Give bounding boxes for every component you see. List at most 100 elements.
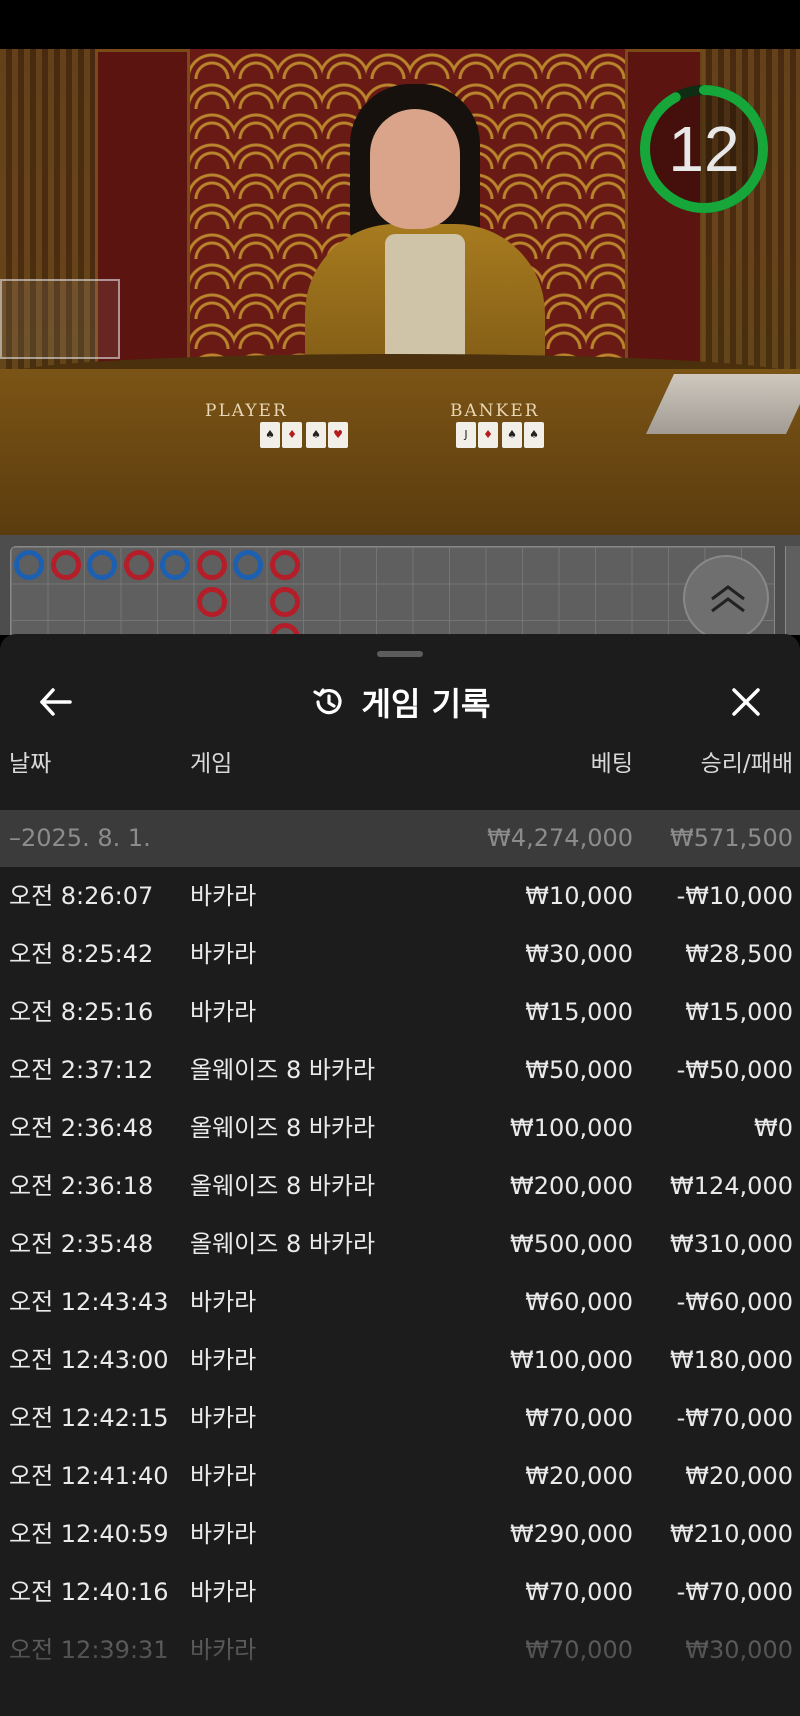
countdown-number: 12 bbox=[668, 113, 740, 185]
history-icon bbox=[312, 688, 342, 715]
group-date: –2025. 8. 1. bbox=[9, 824, 151, 852]
bead-banker bbox=[123, 550, 154, 580]
column-header-win-loss: 승리/패배 bbox=[700, 751, 793, 777]
banker-card: J bbox=[456, 422, 476, 448]
sheet-drag-handle[interactable] bbox=[377, 651, 423, 657]
player-card: ♠ bbox=[306, 422, 326, 448]
row-game: 바카라 bbox=[190, 1520, 257, 1548]
player-card: ♠ bbox=[260, 422, 280, 448]
history-row[interactable]: 오전 2:36:48 올웨이즈 8 바카라 ₩100,000 ₩0 bbox=[0, 1099, 800, 1157]
row-bet: ₩290,000 bbox=[510, 1520, 633, 1548]
bead-banker bbox=[269, 550, 300, 580]
history-row[interactable]: 오전 12:42:15 바카라 ₩70,000 -₩70,000 bbox=[0, 1389, 800, 1447]
row-result: -₩10,000 bbox=[676, 882, 793, 910]
group-bet-total: ₩4,274,000 bbox=[487, 824, 633, 852]
row-bet: ₩15,000 bbox=[525, 998, 633, 1026]
row-game: 바카라 bbox=[190, 940, 257, 968]
row-game: 바카라 bbox=[190, 1288, 257, 1316]
close-icon bbox=[732, 688, 760, 716]
list-fade bbox=[0, 1624, 800, 1716]
row-bet: ₩100,000 bbox=[510, 1346, 633, 1374]
bead-player bbox=[14, 550, 44, 580]
roadmap bbox=[0, 535, 800, 653]
row-game: 바카라 bbox=[190, 882, 257, 910]
row-time: 오전 2:37:12 bbox=[9, 1056, 154, 1084]
row-time: 오전 12:43:00 bbox=[9, 1346, 169, 1374]
row-result: ₩0 bbox=[754, 1114, 793, 1142]
column-header-date: 날짜 bbox=[9, 751, 52, 777]
bead-player bbox=[160, 550, 190, 580]
banker-card: ♦ bbox=[478, 422, 498, 448]
row-result: -₩70,000 bbox=[676, 1404, 793, 1432]
bead-player bbox=[233, 550, 263, 580]
player-card: ♦ bbox=[282, 422, 302, 448]
history-row[interactable]: 오전 8:25:42 바카라 ₩30,000 ₩28,500 bbox=[0, 925, 800, 983]
bead-banker bbox=[196, 586, 227, 617]
row-time: 오전 12:43:43 bbox=[9, 1288, 169, 1316]
bead-banker bbox=[269, 586, 300, 617]
history-row[interactable]: 오전 2:35:48 올웨이즈 8 바카라 ₩500,000 ₩310,000 bbox=[0, 1215, 800, 1273]
row-result: ₩15,000 bbox=[685, 998, 793, 1026]
card-shoe bbox=[646, 374, 800, 434]
banker-card: ♠ bbox=[524, 422, 544, 448]
row-result: ₩210,000 bbox=[670, 1520, 793, 1548]
close-button[interactable] bbox=[726, 682, 766, 722]
bead-player bbox=[87, 550, 117, 580]
player-label: PLAYER bbox=[205, 401, 288, 421]
secondary-road bbox=[785, 546, 800, 635]
row-game: 올웨이즈 8 바카라 bbox=[190, 1056, 376, 1084]
row-time: 오전 8:25:42 bbox=[9, 940, 154, 968]
row-time: 오전 12:40:59 bbox=[9, 1520, 169, 1548]
row-bet: ₩200,000 bbox=[510, 1172, 633, 1200]
double-chevron-up-icon bbox=[711, 585, 745, 613]
history-row[interactable]: 오전 12:43:43 바카라 ₩60,000 -₩60,000 bbox=[0, 1273, 800, 1331]
history-row[interactable]: 오전 2:36:18 올웨이즈 8 바카라 ₩200,000 ₩124,000 bbox=[0, 1157, 800, 1215]
column-header-bet: 베팅 bbox=[590, 751, 633, 777]
row-time: 오전 12:42:15 bbox=[9, 1404, 169, 1432]
group-win-loss-total: ₩571,500 bbox=[670, 824, 793, 852]
history-row[interactable]: 오전 2:37:12 올웨이즈 8 바카라 ₩50,000 -₩50,000 bbox=[0, 1041, 800, 1099]
row-bet: ₩50,000 bbox=[525, 1056, 633, 1084]
row-game: 바카라 bbox=[190, 998, 257, 1026]
date-group-row[interactable]: –2025. 8. 1. ₩4,274,000 ₩571,500 bbox=[0, 810, 800, 867]
row-game: 올웨이즈 8 바카라 bbox=[190, 1230, 376, 1258]
history-row[interactable]: 오전 12:41:40 바카라 ₩20,000 ₩20,000 bbox=[0, 1447, 800, 1505]
game-history-sheet: 게임 기록 날짜 게임 베팅 승리/패배 –2025. 8. 1. ₩4,274… bbox=[0, 634, 800, 1716]
row-result: ₩180,000 bbox=[670, 1346, 793, 1374]
history-row[interactable]: 오전 12:40:59 바카라 ₩290,000 ₩210,000 bbox=[0, 1505, 800, 1563]
row-game: 바카라 bbox=[190, 1578, 257, 1606]
row-time: 오전 2:36:48 bbox=[9, 1114, 154, 1142]
row-time: 오전 12:40:16 bbox=[9, 1578, 169, 1606]
row-bet: ₩70,000 bbox=[525, 1404, 633, 1432]
row-game: 바카라 bbox=[190, 1462, 257, 1490]
row-result: ₩20,000 bbox=[685, 1462, 793, 1490]
row-bet: ₩10,000 bbox=[525, 882, 633, 910]
row-result: ₩310,000 bbox=[670, 1230, 793, 1258]
history-row[interactable]: 오전 8:25:16 바카라 ₩15,000 ₩15,000 bbox=[0, 983, 800, 1041]
row-game: 바카라 bbox=[190, 1346, 257, 1374]
expand-roadmap-button[interactable] bbox=[683, 555, 769, 641]
status-bar bbox=[0, 0, 800, 49]
row-result: ₩124,000 bbox=[670, 1172, 793, 1200]
chip-tray bbox=[0, 279, 120, 359]
row-game: 바카라 bbox=[190, 1404, 257, 1432]
row-time: 오전 2:35:48 bbox=[9, 1230, 154, 1258]
row-bet: ₩20,000 bbox=[525, 1462, 633, 1490]
row-game: 올웨이즈 8 바카라 bbox=[190, 1114, 376, 1142]
column-header-game: 게임 bbox=[190, 751, 233, 777]
banker-label: BANKER bbox=[450, 401, 540, 421]
row-bet: ₩70,000 bbox=[525, 1578, 633, 1606]
bead-road bbox=[10, 546, 775, 653]
row-time: 오전 12:41:40 bbox=[9, 1462, 169, 1490]
row-time: 오전 8:25:16 bbox=[9, 998, 154, 1026]
row-result: -₩60,000 bbox=[676, 1288, 793, 1316]
row-bet: ₩30,000 bbox=[525, 940, 633, 968]
sheet-header: 게임 기록 bbox=[0, 680, 800, 724]
history-row[interactable]: 오전 12:43:00 바카라 ₩100,000 ₩180,000 bbox=[0, 1331, 800, 1389]
row-game: 올웨이즈 8 바카라 bbox=[190, 1172, 376, 1200]
history-row[interactable]: 오전 8:26:07 바카라 ₩10,000 -₩10,000 bbox=[0, 867, 800, 925]
player-card: ♥ bbox=[328, 422, 348, 448]
history-row[interactable]: 오전 12:40:16 바카라 ₩70,000 -₩70,000 bbox=[0, 1563, 800, 1621]
history-list: 오전 8:26:07 바카라 ₩10,000 -₩10,000 오전 8:25:42 바카… bbox=[0, 867, 800, 1679]
row-time: 오전 8:26:07 bbox=[9, 882, 154, 910]
